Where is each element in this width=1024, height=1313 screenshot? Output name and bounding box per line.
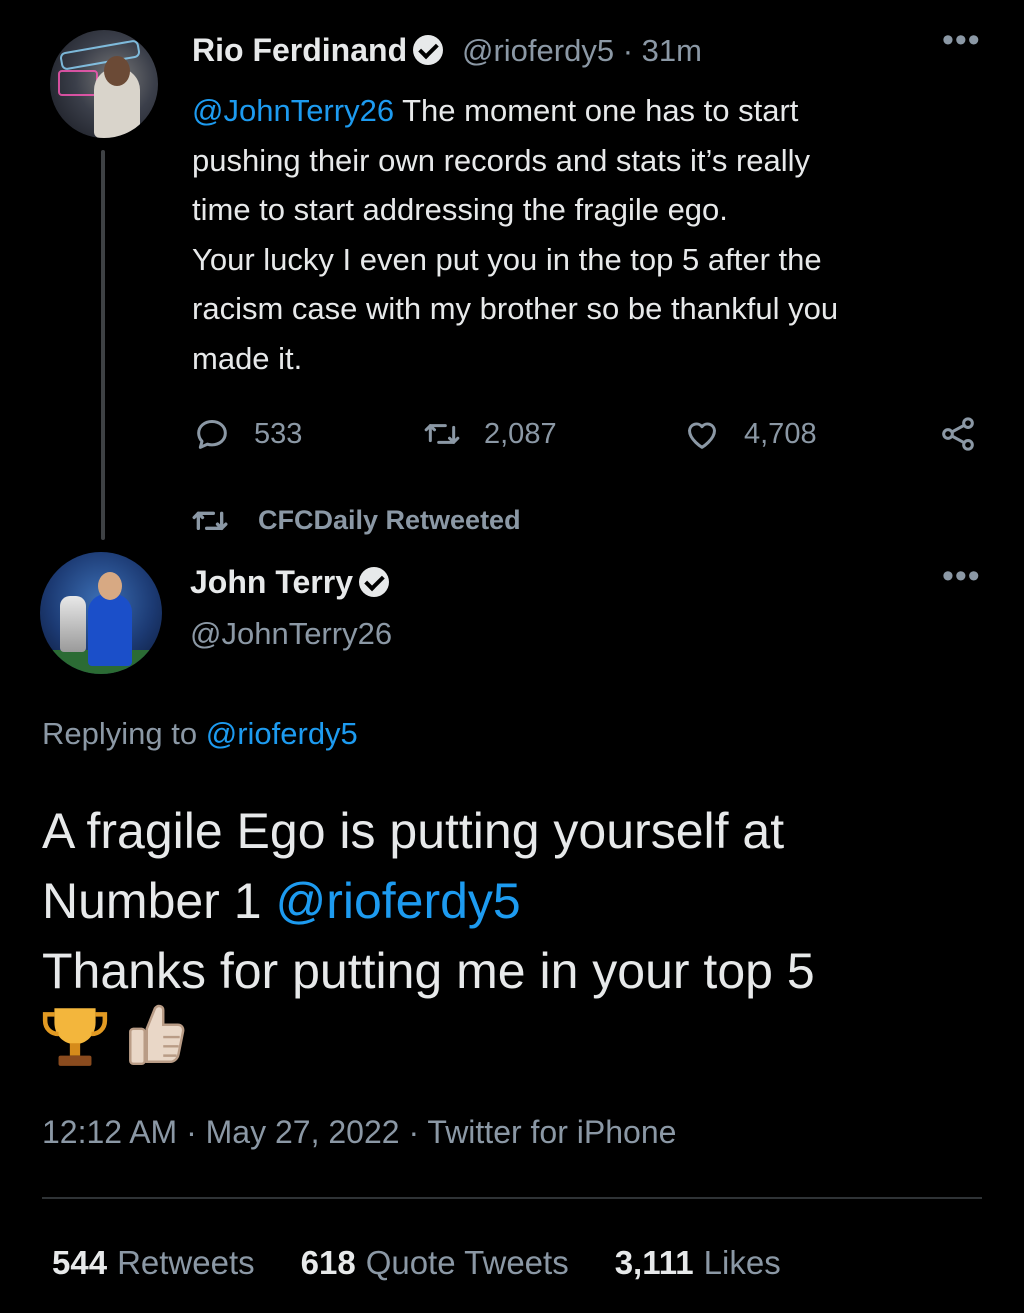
tweet1-action-bar: 533 2,087 4,708: [0, 414, 1024, 454]
replying-to-mention-link[interactable]: @rioferdy5: [206, 716, 358, 751]
tweet-screenshot: Rio Ferdinand @rioferdy5 · 31m ••• @John…: [0, 0, 1024, 1313]
avatar-person: [88, 594, 132, 666]
retweet-icon: [192, 511, 228, 530]
tweet2-more-options-icon[interactable]: •••: [942, 559, 981, 593]
tweet1-line: pushing their own records and stats it’s…: [192, 142, 811, 178]
likes-stat[interactable]: 3,111 Likes: [615, 1244, 781, 1282]
share-icon: [942, 417, 974, 451]
tweet1-line: Your lucky I even put you in the top 5 a…: [192, 241, 822, 277]
tweet2-stats: 544 Retweets 618 Quote Tweets 3,111 Likes: [52, 1244, 827, 1282]
rio-ferdinand-avatar[interactable]: [50, 30, 158, 138]
tweet1-line: racism case with my brother so be thankf…: [192, 291, 839, 326]
avatar-head: [98, 572, 122, 600]
tweet2-line: Number 1 @rioferdy5: [42, 873, 521, 929]
trophy-emoji-icon: [42, 1008, 108, 1066]
tweet2-body: A fragile Ego is putting yourself at Num…: [42, 796, 982, 1006]
tweet2-author-name[interactable]: John Terry: [190, 564, 353, 600]
tweet1-header: Rio Ferdinand @rioferdy5 · 31m: [192, 32, 702, 69]
tweet1-body: @JohnTerry26 The moment one has to start…: [192, 86, 982, 383]
retweeted-by-label[interactable]: CFCDaily Retweeted: [190, 503, 521, 537]
retweet-button[interactable]: 2,087: [422, 414, 557, 454]
tweet1-mention-link[interactable]: @JohnTerry26: [192, 93, 394, 128]
like-button[interactable]: 4,708: [682, 414, 817, 454]
like-count: 4,708: [744, 417, 817, 450]
tweet1-handle[interactable]: @rioferdy5 · 31m: [462, 33, 702, 68]
tweet1-more-options-icon[interactable]: •••: [942, 23, 981, 57]
tweet2-timestamp[interactable]: 12:12 AM · May 27, 2022 · Twitter for iP…: [42, 1114, 676, 1151]
divider: [42, 1197, 982, 1199]
tweet2-line: A fragile Ego is putting yourself at: [42, 803, 785, 859]
retweet-count: 2,087: [484, 417, 557, 450]
share-button[interactable]: [938, 414, 978, 454]
verified-badge-icon: [413, 35, 444, 65]
replying-to-label: Replying to @rioferdy5: [42, 716, 358, 751]
retweeted-by-text: CFCDaily Retweeted: [258, 504, 521, 535]
verified-badge-icon: [359, 567, 389, 597]
tweet1-line: @JohnTerry26 The moment one has to start: [192, 93, 799, 128]
retweets-stat[interactable]: 544 Retweets: [52, 1244, 255, 1282]
tweet2-handle[interactable]: @JohnTerry26: [190, 616, 392, 652]
thread-connector-line: [101, 150, 105, 540]
tweet1-line: made it.: [192, 340, 303, 376]
tweet2-line: Thanks for putting me in your top 5: [42, 943, 815, 999]
quote-tweets-stat[interactable]: 618 Quote Tweets: [301, 1244, 569, 1282]
reply-icon: [197, 420, 227, 449]
heart-icon: [688, 422, 716, 449]
tweet2-header: John Terry: [190, 564, 389, 601]
tweet2-mention-link[interactable]: @rioferdy5: [275, 873, 520, 929]
avatar-trophy: [60, 596, 86, 652]
tweet1-author-name[interactable]: Rio Ferdinand: [192, 32, 407, 68]
emoji-row: [42, 1000, 188, 1070]
reply-count: 533: [254, 417, 303, 450]
neon-sign-decoration: [58, 70, 98, 96]
thumbs-up-emoji-icon: [129, 1004, 185, 1066]
reply-button[interactable]: 533: [192, 414, 302, 454]
tweet1-line: time to start addressing the fragile ego…: [192, 192, 728, 227]
john-terry-avatar[interactable]: [40, 552, 162, 674]
retweet-icon: [424, 424, 460, 444]
avatar-head: [104, 56, 130, 86]
